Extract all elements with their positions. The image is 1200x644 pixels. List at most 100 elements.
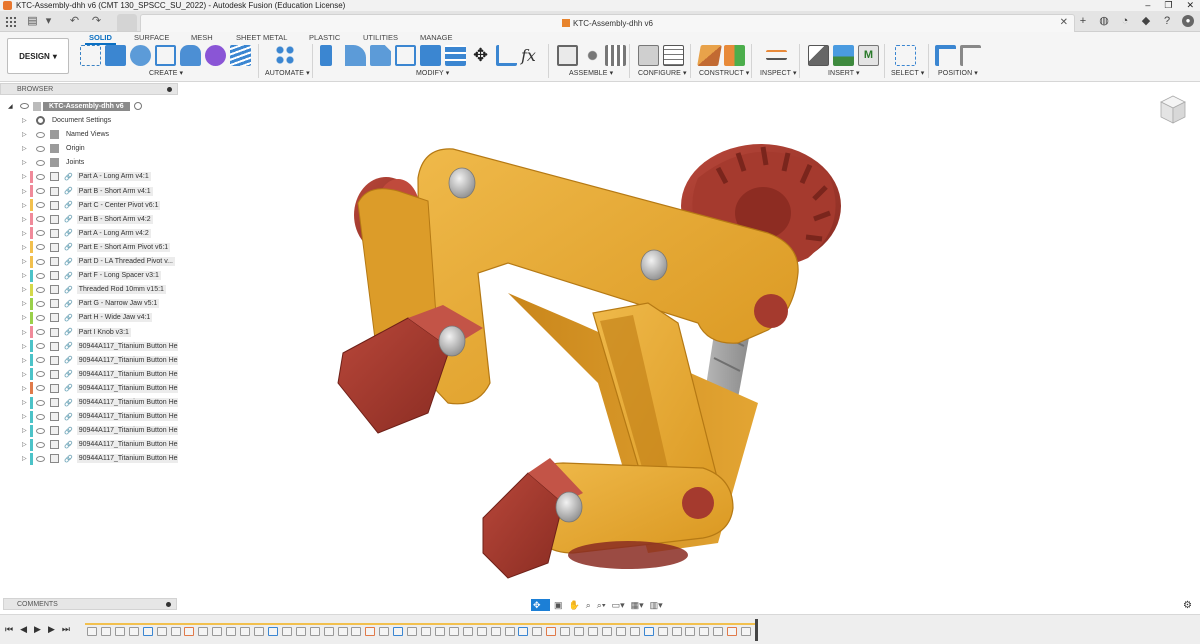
expand-arrow-icon[interactable]: ▷ [22, 173, 30, 180]
browser-header[interactable]: BROWSER [0, 83, 178, 95]
tab-plastic[interactable]: PLASTIC [309, 33, 340, 42]
timeline-feature-item[interactable] [713, 627, 724, 636]
collapse-arrow-icon[interactable]: ◢ [8, 103, 16, 110]
visibility-eye-icon[interactable] [36, 455, 45, 462]
browser-component-row[interactable]: ▷ 🔗 Part F - Long Spacer v3:1 [22, 269, 161, 282]
plane-at-angle-icon[interactable] [724, 45, 745, 66]
visibility-eye-icon[interactable] [36, 385, 45, 392]
box-icon[interactable] [155, 45, 176, 66]
tab-utilities[interactable]: UTILITIES [363, 33, 398, 42]
timeline-feature-item[interactable] [281, 627, 292, 636]
tab-manage[interactable]: MANAGE [420, 33, 453, 42]
expand-arrow-icon[interactable]: ▷ [22, 286, 30, 293]
step-forward-icon[interactable]: ▶ [48, 624, 55, 635]
browser-component-row[interactable]: ▷ 🔗 90944A117_Titanium Button Hea... [22, 368, 190, 381]
browser-component-row[interactable]: ▷ 🔗 90944A117_Titanium Button Hea... [22, 438, 190, 451]
undo-icon[interactable]: ↶ [68, 15, 81, 27]
zoom-icon[interactable]: ⌕ [584, 599, 593, 611]
timeline-feature-item[interactable] [588, 627, 598, 636]
timeline-feature-item[interactable] [629, 627, 640, 636]
timeline-feature-item[interactable] [490, 627, 501, 636]
timeline-feature-item[interactable] [560, 627, 571, 636]
browser-component-row[interactable]: ▷ 🔗 Part I Knob v3:1 [22, 326, 131, 339]
browser-component-row[interactable]: ▷ 🔗 Part A - Long Arm v4:1 [22, 170, 151, 183]
visibility-eye-icon[interactable] [36, 216, 45, 223]
timeline-feature-item[interactable] [462, 627, 473, 636]
capture-position-icon[interactable] [935, 45, 956, 66]
tab-surface[interactable]: SURFACE [134, 33, 169, 42]
timeline-feature-item[interactable] [87, 627, 97, 636]
expand-arrow-icon[interactable]: ▷ [22, 413, 30, 420]
press-pull-icon[interactable] [320, 45, 332, 66]
timeline-feature-item[interactable] [448, 627, 459, 636]
timeline-feature-item[interactable] [421, 627, 431, 636]
expand-arrow-icon[interactable]: ▷ [22, 145, 30, 152]
grid-settings-icon[interactable]: ▦▾ [629, 599, 646, 611]
timeline-feature-item[interactable] [128, 627, 139, 636]
chamfer-icon[interactable] [370, 45, 391, 66]
expand-arrow-icon[interactable]: ▷ [22, 131, 30, 138]
expand-arrow-icon[interactable]: ▷ [22, 314, 30, 321]
visibility-eye-icon[interactable] [36, 427, 45, 434]
configure-icon[interactable] [638, 45, 659, 66]
modify-group-label[interactable]: MODIFY ▾ [416, 69, 449, 77]
timeline-feature-item[interactable] [323, 627, 334, 636]
visibility-eye-icon[interactable] [36, 371, 45, 378]
timeline-feature-item[interactable] [309, 627, 320, 636]
visibility-eye-icon[interactable] [36, 188, 45, 194]
go-to-end-icon[interactable]: ⏭ [62, 624, 70, 635]
visibility-eye-icon[interactable] [36, 300, 45, 307]
user-avatar[interactable]: ● [1182, 15, 1194, 27]
timeline-feature-item[interactable] [615, 627, 626, 636]
document-tab[interactable]: KTC-Assembly-dhh v6 ✕ [140, 14, 1075, 32]
display-settings-icon[interactable]: ▭▾ [610, 599, 627, 611]
measure-icon[interactable] [766, 50, 787, 60]
timeline-track[interactable] [85, 623, 755, 637]
visibility-eye-icon[interactable] [36, 413, 45, 420]
timeline-feature-item[interactable] [212, 627, 223, 636]
visibility-eye-icon[interactable] [36, 145, 45, 152]
timeline-feature-item[interactable] [657, 627, 668, 636]
automate-group-label[interactable]: AUTOMATE ▾ [265, 69, 310, 77]
joint-icon[interactable] [582, 45, 603, 66]
browser-folder-row[interactable]: ▷ Document Settings [22, 114, 113, 127]
visibility-eye-icon[interactable] [36, 343, 45, 350]
insert-canvas-icon[interactable] [833, 45, 854, 66]
fillet-icon[interactable] [345, 45, 366, 66]
timeline-feature-item[interactable] [518, 627, 529, 636]
visibility-eye-icon[interactable] [36, 357, 45, 364]
step-back-icon[interactable]: ◀ [20, 624, 27, 635]
orbit-icon[interactable]: ✥ [531, 599, 550, 611]
browser-component-row[interactable]: ▷ 🔗 90944A117_Titanium Button Hea... [22, 354, 190, 367]
timeline-feature-item[interactable] [184, 627, 195, 636]
browser-component-row[interactable]: ▷ 🔗 Threaded Rod 10mm v15:1 [22, 283, 166, 296]
data-panel-grid-icon[interactable] [5, 16, 16, 27]
browser-component-row[interactable]: ▷ 🔗 90944A117_Titanium Button Hea... [22, 424, 190, 437]
workspace-switcher-button[interactable]: DESIGN ▾ [7, 38, 69, 74]
play-icon[interactable]: ▶ [34, 624, 41, 635]
pattern-icon[interactable] [230, 45, 251, 66]
create-sketch-icon[interactable] [80, 45, 101, 66]
expand-arrow-icon[interactable]: ▷ [22, 427, 30, 434]
timeline-marker[interactable] [755, 619, 758, 641]
browser-component-row[interactable]: ▷ 🔗 Part B - Short Arm v4:1 [22, 185, 153, 198]
canvas-viewport[interactable] [178, 83, 1200, 595]
expand-arrow-icon[interactable]: ▷ [22, 371, 30, 378]
close-tab-button[interactable]: ✕ [1060, 17, 1068, 28]
timeline-feature-item[interactable] [365, 627, 376, 636]
select-group-label[interactable]: SELECT ▾ [891, 69, 924, 77]
timeline-feature-item[interactable] [699, 627, 710, 636]
timeline-feature-item[interactable] [685, 627, 696, 636]
expand-arrow-icon[interactable]: ▷ [22, 230, 30, 237]
tab-mesh[interactable]: MESH [191, 33, 213, 42]
expand-arrow-icon[interactable]: ▷ [22, 244, 30, 251]
visibility-eye-icon[interactable] [36, 202, 45, 209]
timeline-feature-item[interactable] [337, 627, 348, 636]
panel-pin-icon[interactable] [167, 87, 172, 92]
visibility-eye-icon[interactable] [36, 159, 45, 166]
job-status-icon[interactable]: ◔ [1119, 15, 1131, 27]
insert-group-label[interactable]: INSERT ▾ [828, 69, 860, 77]
timeline-feature-item[interactable] [434, 627, 445, 636]
redo-icon[interactable]: ↷ [90, 15, 103, 27]
browser-component-row[interactable]: ▷ 🔗 Part D - LA Threaded Pivot v... [22, 255, 176, 268]
